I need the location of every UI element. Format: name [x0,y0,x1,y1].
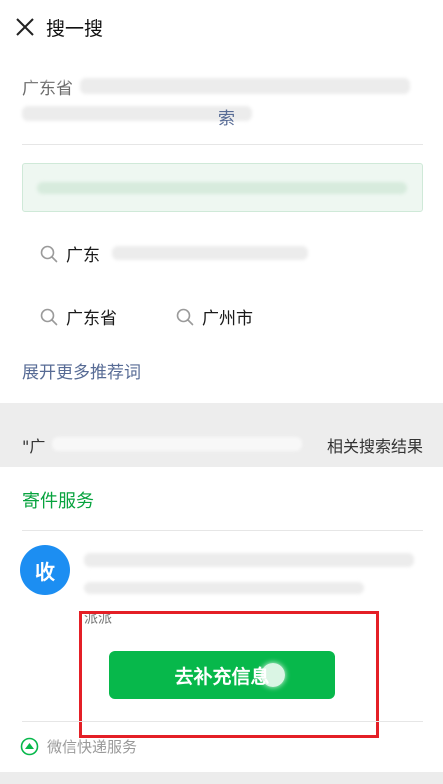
bottom-band [0,772,443,784]
button-label: 去补充信息 [174,665,270,688]
search-icon [40,308,58,325]
query-text: 广东省 索 [12,72,422,136]
search-icon [40,245,58,262]
suggestion-item-3[interactable]: 广州市 [176,304,253,329]
suggestion-label: 广东 [66,246,100,266]
suggestion-item-2[interactable]: 广东省 [40,304,117,329]
query-line-2: 索 [218,109,235,129]
suggestion-label: 广州市 [202,309,253,329]
tap-indicator [261,663,285,687]
divider [22,721,423,722]
suggestion-label: 广东省 [66,309,117,329]
redacted-text [112,246,308,260]
redaction [12,72,72,80]
service-description: 派派 [84,611,112,627]
avatar-label: 收 [35,559,55,584]
footer: 微信快递服务 [20,736,137,757]
related-results-label: 相关搜索结果 [326,437,423,456]
divider [22,530,423,531]
expand-more-link[interactable]: 展开更多推荐词 [22,358,141,383]
avatar: 收 [20,545,70,595]
redacted-text [84,553,414,567]
search-icon [176,308,194,325]
top-suggestion[interactable] [22,163,423,212]
section-title: 寄件服务 [22,491,94,512]
close-icon[interactable] [14,16,36,38]
footer-label: 微信快递服务 [47,738,138,756]
related-query-text: "广 [22,437,46,456]
page-title: 搜一搜 [46,18,104,40]
supplement-info-button[interactable]: 去补充信息 [109,651,335,699]
header-bar: 搜一搜 [0,0,443,56]
divider [22,144,423,145]
redacted-text [37,182,407,194]
redacted-text [80,78,410,94]
redacted-text [52,437,302,451]
redacted-text [84,582,364,594]
suggestion-item-1[interactable]: 广东 [40,241,100,266]
express-service-icon [20,737,39,756]
